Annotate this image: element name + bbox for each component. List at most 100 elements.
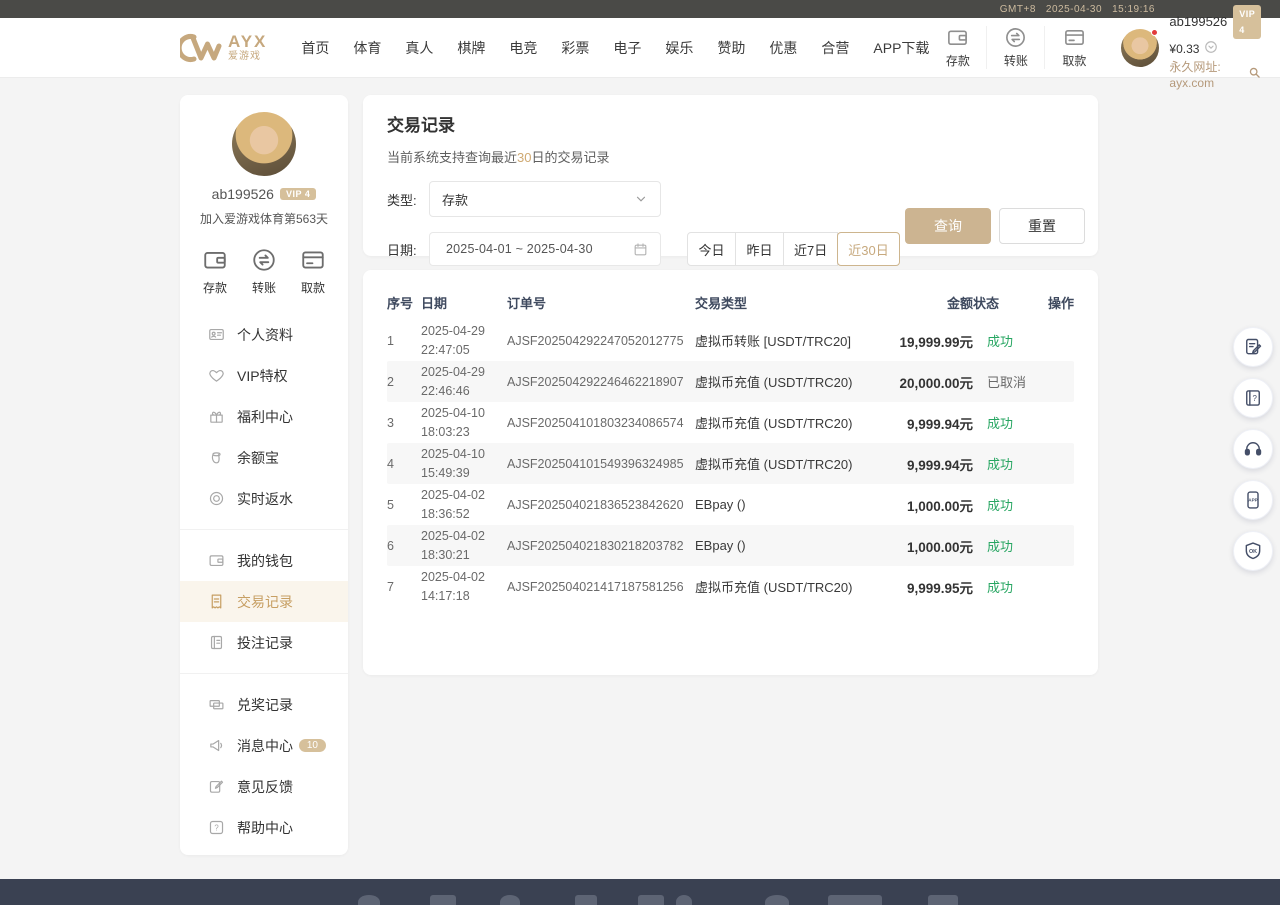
date-quick-buttons: 今日昨日近7日近30日 [687, 232, 900, 266]
coins-icon [208, 696, 225, 713]
header-avatar-wrap[interactable] [1121, 29, 1159, 67]
cell-transaction-type: EBpay () [695, 497, 881, 512]
sidebar-item-label: 个人资料 [237, 325, 293, 345]
cell-status: 成功 [973, 413, 1035, 432]
sidebar-item[interactable]: 意见反馈 [180, 766, 348, 807]
header-user-info: ab199526 VIP 4 ¥0.33 永久网址: ayx.com [1169, 5, 1261, 91]
cell-status: 成功 [973, 577, 1035, 596]
help-icon: ? [208, 819, 225, 836]
reset-button[interactable]: 重置 [999, 208, 1085, 244]
cell-order-number: AJSF202504021836523842620 [507, 498, 695, 512]
cell-transaction-type: 虚拟币充值 (USDT/TRC20) [695, 413, 881, 432]
cell-transaction-type: 虚拟币充值 (USDT/TRC20) [695, 372, 881, 391]
footer-logo [500, 895, 520, 905]
username: ab199526 [1169, 14, 1227, 30]
search-icon[interactable] [1248, 66, 1261, 83]
site-logo[interactable]: AYX 爱游戏 [180, 32, 267, 64]
sidebar-item-label: 帮助中心 [237, 818, 293, 838]
sidebar-item-label: 投注记录 [237, 633, 293, 653]
nav-item[interactable]: 电子 [613, 38, 641, 58]
headset-icon [1243, 439, 1263, 459]
footer-logo [928, 895, 958, 905]
nav-item[interactable]: 电竞 [509, 38, 537, 58]
cell-amount: 1,000.00元 [881, 495, 973, 515]
nav-item[interactable]: 优惠 [769, 38, 797, 58]
search-button[interactable]: 查询 [905, 208, 991, 244]
footer-logo [765, 895, 789, 905]
sidebar-item-label: 兑奖记录 [237, 695, 293, 715]
sidebar-item[interactable]: 消息中心10 [180, 725, 348, 766]
sidebar-item[interactable]: 实时返水 [180, 478, 348, 519]
cell-date: 2025-04-0214:17:18 [421, 568, 507, 604]
footer-logo [828, 895, 882, 905]
nav-item[interactable]: 合营 [821, 38, 849, 58]
chevron-down-icon [634, 192, 648, 206]
date-range-input[interactable]: 2025-04-01 ~ 2025-04-30 [429, 232, 661, 266]
date-quick-button[interactable]: 今日 [687, 232, 736, 266]
balance-refresh-icon[interactable] [1204, 40, 1218, 58]
column-header: 交易类型 [695, 293, 881, 312]
footer [0, 879, 1280, 905]
member-days-label: 加入爱游戏体育第563天 [180, 210, 348, 227]
cell-date: 2025-04-1015:49:39 [421, 445, 507, 481]
sidebar-action-存款[interactable]: 存款 [202, 247, 228, 296]
table-row: 32025-04-1018:03:23AJSF20250410180323408… [387, 402, 1074, 443]
cell-transaction-type: 虚拟币转账 [USDT/TRC20] [695, 331, 881, 350]
nav-item[interactable]: 体育 [353, 38, 381, 58]
notebook-icon [208, 634, 225, 651]
card-icon [300, 247, 326, 273]
subtitle-highlight: 30 [517, 150, 531, 165]
nav-item[interactable]: 棋牌 [457, 38, 485, 58]
sidebar-item[interactable]: 我的钱包 [180, 540, 348, 581]
cell-order-number: AJSF202504101803234086574 [507, 416, 695, 430]
nav-item[interactable]: APP下载 [873, 38, 929, 58]
date-quick-button[interactable]: 近7日 [783, 232, 838, 266]
logo-subname: 爱游戏 [228, 52, 267, 62]
action-label: 取款 [1062, 52, 1086, 69]
sidebar-action-取款[interactable]: 取款 [300, 247, 326, 296]
sidebar-avatar[interactable] [232, 112, 296, 176]
date-quick-button[interactable]: 近30日 [837, 232, 899, 266]
action-label: 取款 [301, 279, 325, 296]
sidebar-item[interactable]: 交易记录 [180, 581, 348, 622]
table-row: 12025-04-2922:47:05AJSF20250429224705201… [387, 320, 1074, 361]
header-action-存款[interactable]: 存款 [929, 26, 987, 69]
cell-amount: 20,000.00元 [881, 372, 973, 392]
cell-amount: 19,999.99元 [881, 331, 973, 351]
sidebar-item[interactable]: 个人资料 [180, 314, 348, 355]
float-button-promotion-apply[interactable] [1233, 327, 1273, 367]
type-select[interactable]: 存款 [429, 181, 661, 217]
divider [180, 673, 348, 674]
nav-item[interactable]: 娱乐 [665, 38, 693, 58]
nav-item[interactable]: 赞助 [717, 38, 745, 58]
sidebar-item[interactable]: 福利中心 [180, 396, 348, 437]
sidebar-item[interactable]: 余额宝 [180, 437, 348, 478]
nav-item[interactable]: 彩票 [561, 38, 589, 58]
date-quick-button[interactable]: 昨日 [735, 232, 784, 266]
calendar-icon [633, 242, 648, 257]
book-icon: ? [1243, 388, 1263, 408]
message-count-badge: 10 [299, 739, 326, 752]
sidebar-item[interactable]: 兑奖记录 [180, 684, 348, 725]
cell-amount: 9,999.94元 [881, 413, 973, 433]
nav-item[interactable]: 真人 [405, 38, 433, 58]
header-action-取款[interactable]: 取款 [1045, 26, 1103, 69]
float-button-verify[interactable]: OK [1233, 531, 1273, 571]
sidebar-item[interactable]: ? 帮助中心 [180, 807, 348, 848]
page-subtitle: 当前系统支持查询最近30日的交易记录 [387, 147, 1074, 166]
float-button-customer-service[interactable] [1233, 429, 1273, 469]
header: AYX 爱游戏 首页 体育 真人 棋牌 电竞 彩票 电子 娱乐 赞助 优惠 合营 APP下载 存款转账… [0, 18, 1280, 78]
header-action-转账[interactable]: 转账 [987, 26, 1045, 69]
svg-text:?: ? [1252, 394, 1257, 403]
sidebar-action-转账[interactable]: 转账 [251, 247, 277, 296]
sidebar-item-label: 交易记录 [237, 592, 293, 612]
float-button-guide[interactable]: ? [1233, 378, 1273, 418]
cell-order-number: AJSF202504101549396324985 [507, 457, 695, 471]
sidebar-item[interactable]: 投注记录 [180, 622, 348, 663]
cell-date: 2025-04-2922:46:46 [421, 363, 507, 399]
float-button-app-download[interactable]: APP [1233, 480, 1273, 520]
sidebar-item[interactable]: VIP特权 [180, 355, 348, 396]
svg-text:OK: OK [1249, 549, 1257, 555]
cell-status: 成功 [973, 495, 1035, 514]
nav-item[interactable]: 首页 [301, 38, 329, 58]
